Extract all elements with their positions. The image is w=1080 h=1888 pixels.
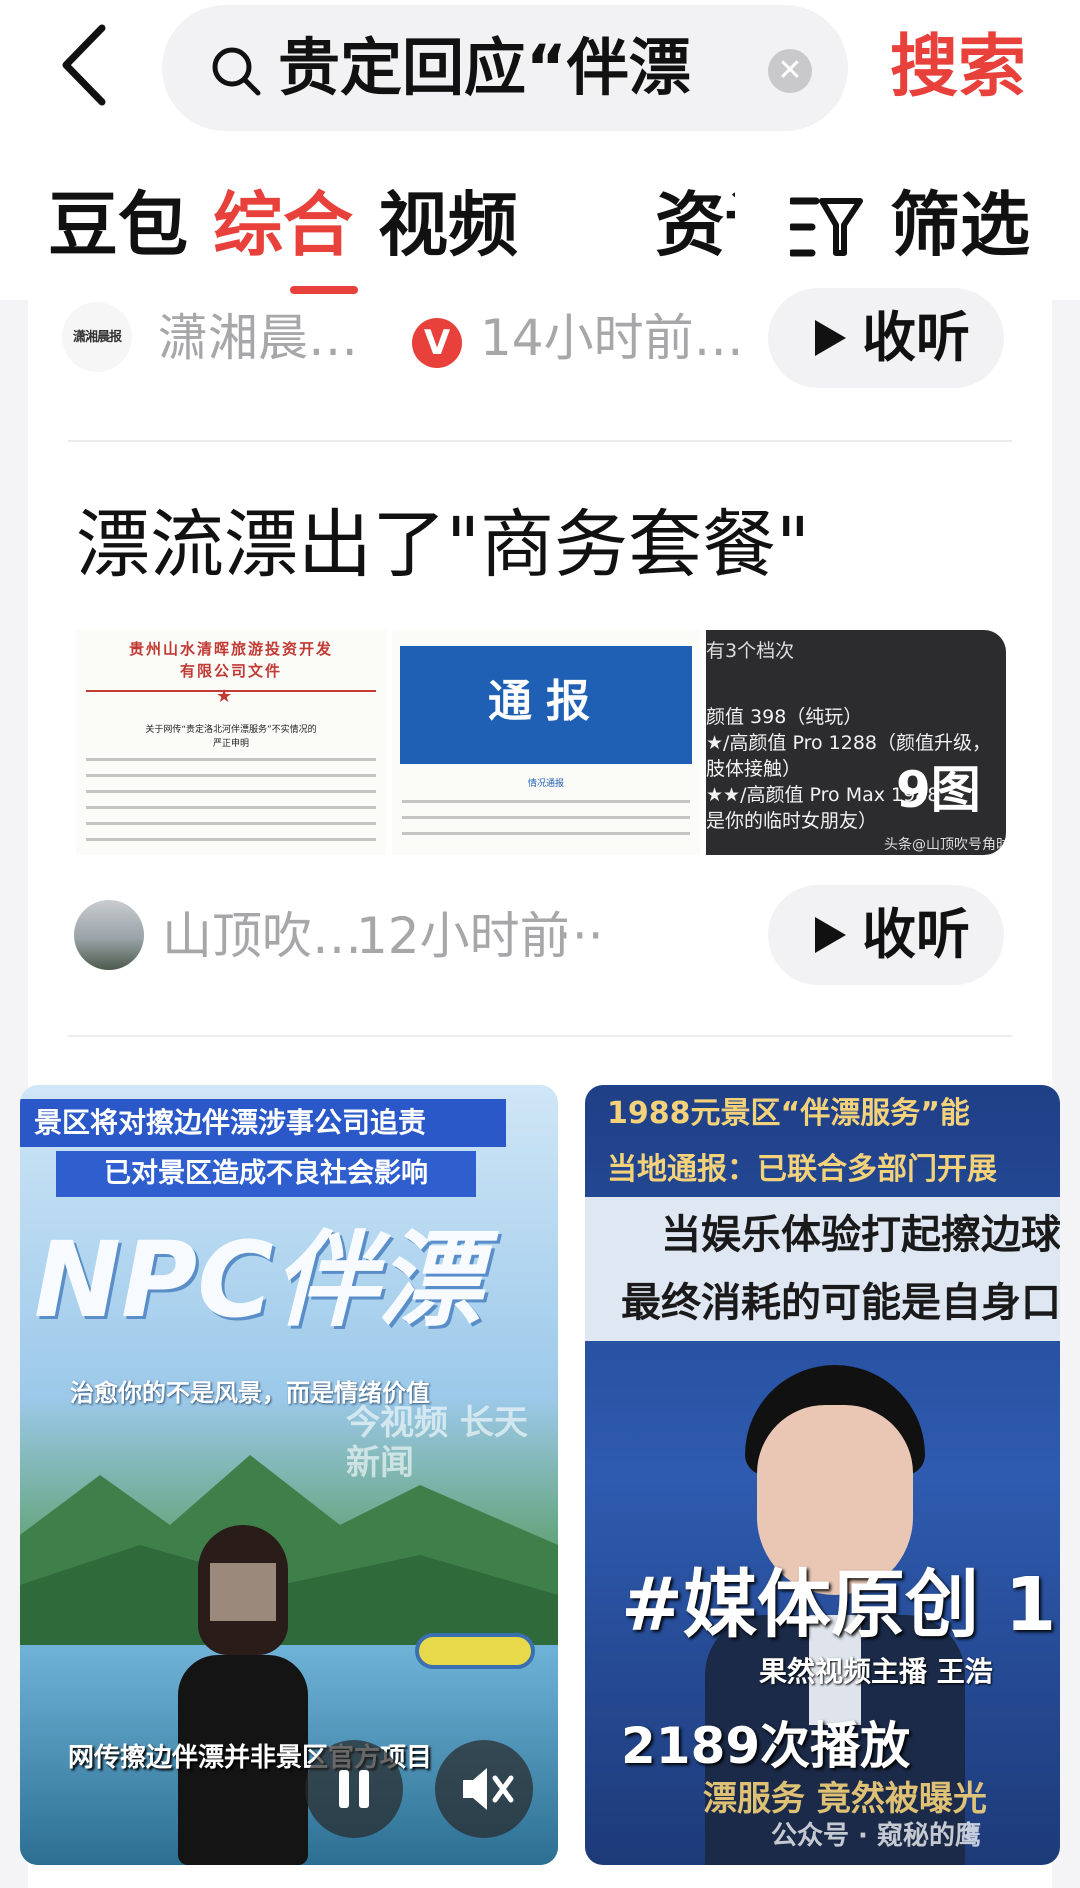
listen-label: 收听 — [862, 903, 970, 966]
more-options-button[interactable]: ··· — [556, 906, 604, 966]
notice-title: 通报 — [488, 676, 604, 727]
play-icon — [815, 320, 846, 356]
doc-text-line — [86, 790, 376, 793]
thumbnail-pricing[interactable]: 有3个档次 颜值 398（纯玩） ★/高颜值 Pro 1288（颜值升级， 肢体… — [706, 630, 1006, 855]
author-avatar-xiaoxiang[interactable]: 潇湘晨报 — [62, 302, 132, 372]
tab-news[interactable]: 资讠 — [655, 185, 735, 265]
notice-label: 情况通报 — [527, 779, 564, 789]
tab-video[interactable]: 视频 — [378, 185, 518, 265]
star-icon: ★ — [216, 686, 233, 707]
author-name[interactable]: 潇湘晨… — [158, 308, 358, 368]
pricing-line: ★/高颜值 Pro 1288（颜值升级， — [706, 732, 992, 754]
image-count: 9图 — [896, 761, 981, 819]
listen-label: 收听 — [862, 306, 970, 369]
video-hashtag: #媒体原创 1 — [621, 1562, 1057, 1648]
notice-text-line — [402, 832, 690, 835]
divider — [68, 1035, 1012, 1037]
video-caption: 最终消耗的可能是自身口 — [621, 1280, 1060, 1326]
video-card-news[interactable]: 1988元景区“伴漂服务”能 当地通报：已联合多部门开展 当娱乐体验打起擦边球 … — [585, 1085, 1060, 1865]
watermark: 头条@山顶吹号角时刻 — [884, 837, 1006, 853]
pricing-line: 是你的临时女朋友） — [706, 810, 878, 832]
doc-header: 贵州山水清晖旅游投资开发 — [128, 640, 333, 658]
doc-text-line — [86, 758, 376, 761]
listen-button[interactable]: 收听 — [768, 288, 1004, 388]
close-icon: ✕ — [777, 53, 803, 88]
notice-banner: 通报 — [400, 646, 692, 764]
post-time: 12小时前 — [356, 907, 570, 965]
pricing-line: 肢体接触） — [706, 758, 802, 780]
video-caption: 景区将对擦边伴漂涉事公司追责 — [20, 1099, 506, 1147]
active-tab-indicator — [290, 286, 358, 294]
doc-subtitle-2: 严正申明 — [212, 739, 249, 749]
listen-button[interactable]: 收听 — [768, 885, 1004, 985]
search-box[interactable]: 贵定回应“伴漂 ✕ — [162, 5, 848, 131]
chevron-left-icon — [62, 24, 106, 106]
pricing-line: 颜值 398（纯玩） — [706, 706, 863, 728]
filter-label: 筛选 — [890, 184, 1030, 266]
filter-icon — [790, 197, 863, 257]
doc-text-line — [86, 838, 376, 841]
pricing-line: 有3个档次 — [706, 640, 795, 662]
doc-header-2: 有限公司文件 — [179, 662, 282, 680]
thumbnail-notice[interactable]: 通报 情况通报 — [392, 630, 700, 855]
speaker-muted-icon — [463, 1768, 514, 1810]
tab-doubao[interactable]: 豆包 — [48, 185, 188, 265]
notice-text-line — [402, 800, 690, 803]
doc-subtitle: 关于网传“贵定洛北河伴漂服务”不实情况的 — [145, 725, 317, 735]
doc-text-line — [86, 806, 376, 809]
top-bar: 贵定回应“伴漂 ✕ 搜索 豆包 综合 视频 资讠 筛选 — [0, 0, 1080, 300]
search-button[interactable]: 搜索 — [890, 28, 1026, 108]
video-caption: 1988元景区“伴漂服务”能 — [607, 1096, 970, 1131]
author-avatar-shanding[interactable] — [74, 900, 144, 970]
search-input[interactable]: 贵定回应“伴漂 — [278, 27, 848, 109]
tab-news-label: 资讠 — [655, 185, 735, 265]
play-count: 2189次播放 — [621, 1717, 911, 1775]
pause-button[interactable] — [305, 1740, 403, 1838]
pause-icon — [339, 1770, 369, 1808]
watermark: 公众号 · 窥秘的鹰 — [771, 1821, 981, 1851]
verified-badge: V — [412, 318, 462, 368]
author-name[interactable]: 山顶吹… — [162, 906, 362, 966]
article-title[interactable]: 漂流漂出了"商务套餐" — [76, 495, 810, 595]
video-card-npc[interactable]: 景区将对擦边伴漂涉事公司追责 已对景区造成不良社会影响 NPC伴漂 治愈你的不是… — [20, 1085, 558, 1865]
raft — [415, 1633, 535, 1669]
play-icon — [815, 917, 846, 953]
doc-text-line — [86, 822, 376, 825]
divider — [68, 440, 1012, 442]
back-button[interactable] — [52, 20, 132, 110]
video-caption: 已对景区造成不良社会影响 — [56, 1151, 476, 1197]
video-caption: 当娱乐体验打起擦边球 — [661, 1212, 1060, 1258]
doc-text-line — [86, 774, 376, 777]
video-caption: 当地通报：已联合多部门开展 — [607, 1152, 997, 1187]
person-figure — [168, 1525, 318, 1865]
video-big-title: NPC伴漂 — [34, 1219, 482, 1341]
tab-general[interactable]: 综合 — [213, 185, 353, 265]
notice-text-line — [402, 816, 690, 819]
avatar-logo-text: 潇湘晨报 — [72, 330, 122, 345]
post-time: 14小时前… — [480, 309, 744, 367]
search-icon — [212, 47, 261, 96]
thumbnail-document[interactable]: 贵州山水清晖旅游投资开发 有限公司文件 ★ 关于网传“贵定洛北河伴漂服务”不实情… — [76, 630, 386, 855]
clear-search-button[interactable]: ✕ — [768, 49, 812, 93]
anchor-name: 果然视频主播 王浩 — [759, 1655, 993, 1688]
mute-button[interactable] — [435, 1740, 533, 1838]
